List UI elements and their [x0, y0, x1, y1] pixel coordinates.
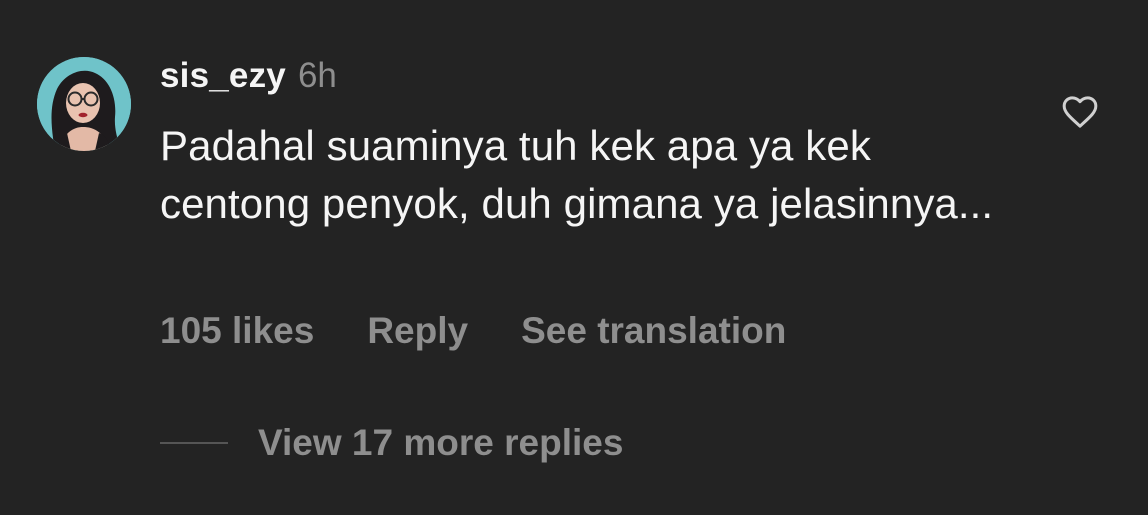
comment: sis_ezy 6h Padahal suaminya tuh kek apa … [0, 0, 1148, 515]
heart-outline-icon[interactable] [1060, 92, 1100, 132]
avatar-image [37, 57, 131, 151]
view-replies-label: View 17 more replies [258, 422, 624, 463]
comment-text: Padahal suaminya tuh kek apa ya kek cent… [160, 122, 994, 227]
view-replies-button[interactable]: View 17 more replies [160, 418, 623, 468]
replies-divider [160, 442, 228, 444]
see-translation-button[interactable]: See translation [521, 310, 786, 352]
likes-count-button[interactable]: 105 likes [160, 310, 314, 352]
avatar[interactable] [37, 57, 131, 151]
username-link[interactable]: sis_ezy [160, 56, 286, 96]
comment-actions: 105 likes Reply See translation [160, 306, 786, 356]
timestamp: 6h [297, 56, 337, 95]
comment-header: sis_ezy 6h [160, 56, 337, 104]
reply-button[interactable]: Reply [367, 310, 468, 352]
